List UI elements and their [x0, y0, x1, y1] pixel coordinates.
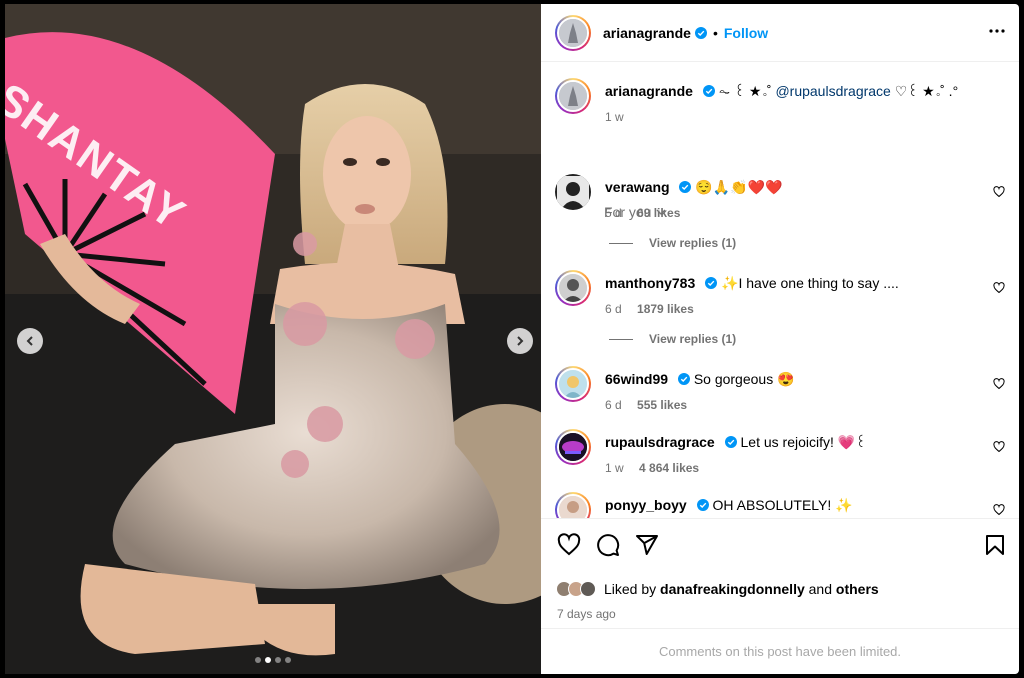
- liked-by-user[interactable]: danafreakingdonnelly: [660, 581, 805, 597]
- comment-author[interactable]: manthony783: [605, 275, 695, 291]
- share-icon[interactable]: [635, 533, 659, 557]
- avatar[interactable]: [555, 78, 591, 114]
- comment-likes[interactable]: 69 likes: [637, 206, 680, 220]
- comment-time[interactable]: 5 d: [605, 206, 622, 220]
- avatar[interactable]: [555, 14, 591, 51]
- more-options-icon[interactable]: [989, 23, 1005, 39]
- carousel-dots: [255, 657, 291, 663]
- post-media[interactable]: SHANTAY: [5, 4, 541, 674]
- profile-picture: [557, 176, 589, 208]
- drag-race-logo: [559, 433, 587, 461]
- caption-suffix: ♡꒰ ★｡˚ .°: [894, 83, 959, 99]
- verified-icon: [679, 181, 692, 193]
- profile-picture: [559, 274, 587, 302]
- post-header: arianagrande • Follow: [541, 4, 1019, 62]
- follow-button[interactable]: Follow: [724, 25, 768, 41]
- comment-likes[interactable]: 1879 likes: [637, 302, 694, 316]
- liked-by: Liked by danafreakingdonnelly and others: [556, 581, 879, 597]
- comment-text: So gorgeous 😍: [693, 371, 795, 387]
- like-comment-icon[interactable]: [993, 186, 1005, 198]
- verified-icon: [677, 373, 690, 385]
- liked-by-others[interactable]: others: [836, 581, 879, 597]
- comment-author[interactable]: verawang: [605, 179, 670, 195]
- view-replies-button[interactable]: View replies (1): [609, 332, 736, 346]
- liked-by-prefix: Liked by: [604, 581, 657, 597]
- chevron-right-icon: [517, 336, 524, 346]
- avatar[interactable]: [555, 270, 591, 306]
- bookmark-icon[interactable]: [983, 533, 1007, 557]
- avatar[interactable]: [555, 492, 591, 518]
- caption-author[interactable]: arianagrande: [605, 83, 693, 99]
- comment-item: 66wind99 So gorgeous 😍 6 d 555 likes: [555, 366, 1005, 412]
- carousel-dot: [255, 657, 261, 663]
- like-comment-icon[interactable]: [993, 504, 1005, 516]
- comments-limited-notice: Comments on this post have been limited.: [541, 628, 1019, 674]
- separator-dot: •: [712, 24, 718, 41]
- view-replies-label: View replies (1): [649, 332, 737, 346]
- verified-icon: [705, 277, 718, 289]
- replies-line: [609, 338, 633, 340]
- comment-time[interactable]: 6 d: [605, 302, 622, 316]
- like-comment-icon[interactable]: [993, 378, 1005, 390]
- profile-picture: [559, 496, 587, 518]
- liked-by-conj: and: [808, 581, 832, 597]
- carousel-prev-button[interactable]: [17, 328, 43, 354]
- profile-picture: [559, 18, 587, 47]
- caption-prefix: ⏦ ꒰ ★｡˚: [718, 83, 772, 99]
- caption-time[interactable]: 1 w: [605, 110, 624, 124]
- verified-icon: [694, 26, 707, 39]
- carousel-dot: [265, 657, 271, 663]
- profile-picture: [559, 370, 587, 398]
- avatar[interactable]: [555, 174, 591, 210]
- comment-likes[interactable]: 555 likes: [637, 398, 687, 412]
- replies-line: [609, 242, 633, 244]
- comment-time[interactable]: 6 d: [605, 398, 622, 412]
- comment-text: OH ABSOLUTELY! ✨: [712, 497, 853, 513]
- comment-text: Let us rejoicify! 💗꒰: [740, 434, 867, 450]
- avatar[interactable]: [555, 429, 591, 465]
- post-photo: [5, 4, 541, 674]
- profile-picture: [559, 82, 587, 110]
- heart-icon[interactable]: [557, 533, 581, 557]
- comment-item: verawang 😌🙏👏❤️❤️ 5 d 69 likes: [555, 174, 1005, 220]
- comment-author[interactable]: 66wind99: [605, 371, 668, 387]
- carousel-dot: [275, 657, 281, 663]
- comment-author[interactable]: ponyy_boyy: [605, 497, 687, 513]
- comment-item: manthony783 ✨I have one thing to say ...…: [555, 270, 1005, 316]
- avatar: [580, 581, 596, 597]
- comment-likes[interactable]: 4 864 likes: [639, 461, 699, 475]
- comment-text: 😌🙏👏❤️❤️: [695, 179, 783, 195]
- comment-author[interactable]: rupaulsdragrace: [605, 434, 715, 450]
- post-author[interactable]: arianagrande: [603, 25, 691, 41]
- verified-icon: [724, 436, 737, 448]
- comment-item: rupaulsdragrace Let us rejoicify! 💗꒰ 1 w…: [555, 429, 1005, 475]
- avatar[interactable]: [555, 366, 591, 402]
- view-replies-button[interactable]: View replies (1): [609, 236, 736, 250]
- post-date[interactable]: 7 days ago: [557, 607, 616, 621]
- comments-list[interactable]: arianagrande ⏦ ꒰ ★｡˚ @rupaulsdragrace ♡꒰…: [541, 62, 1019, 518]
- liked-by-avatars[interactable]: [556, 581, 596, 597]
- like-comment-icon[interactable]: [993, 282, 1005, 294]
- verified-icon: [696, 499, 709, 511]
- view-replies-label: View replies (1): [649, 236, 737, 250]
- comment-item: ponyy_boyy OH ABSOLUTELY! ✨: [555, 492, 1005, 518]
- post-actions: Liked by danafreakingdonnelly and others…: [541, 518, 1019, 628]
- post-modal: SHANTAY arianagrande • Follow arianagran…: [0, 0, 1024, 678]
- verified-icon: [702, 85, 715, 97]
- post-side-panel: arianagrande • Follow arianagrande ⏦ ꒰ ★…: [541, 4, 1019, 674]
- comment-icon[interactable]: [596, 533, 620, 557]
- like-comment-icon[interactable]: [993, 441, 1005, 453]
- comment-text: ✨I have one thing to say ....: [721, 275, 899, 291]
- post-caption: arianagrande ⏦ ꒰ ★｡˚ @rupaulsdragrace ♡꒰…: [555, 78, 1005, 124]
- caption-mention[interactable]: @rupaulsdragrace: [775, 83, 890, 99]
- carousel-dot: [285, 657, 291, 663]
- comment-time[interactable]: 1 w: [605, 461, 624, 475]
- carousel-next-button[interactable]: [507, 328, 533, 354]
- chevron-left-icon: [26, 336, 33, 346]
